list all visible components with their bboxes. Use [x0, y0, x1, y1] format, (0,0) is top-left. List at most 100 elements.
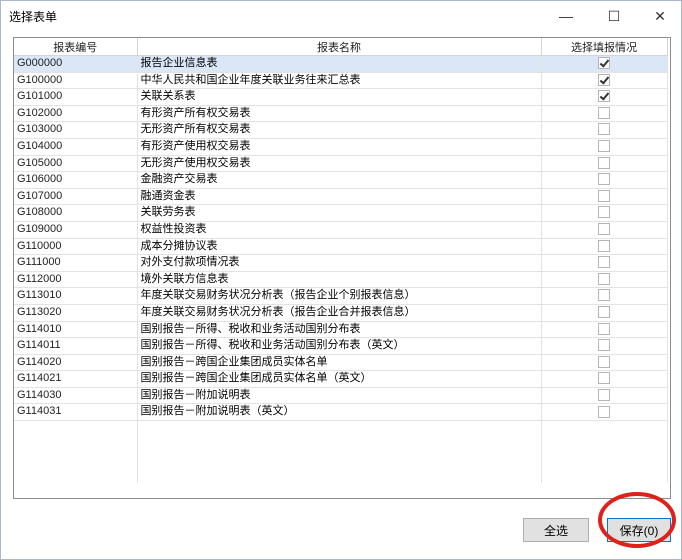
fill-status-checkbox[interactable]: [598, 206, 610, 219]
empty-row: [14, 436, 668, 453]
empty-cell: [14, 467, 138, 484]
report-name-cell: 关联关系表: [137, 88, 542, 106]
fill-status-checkbox[interactable]: [598, 306, 610, 318]
fill-status-checkbox[interactable]: [598, 140, 610, 153]
table-row[interactable]: G108000 关联劳务表: [14, 204, 668, 222]
table-row[interactable]: G111000 对外支付款项情况表: [14, 254, 668, 272]
report-name-cell: 关联劳务表: [137, 204, 542, 222]
fill-status-checkbox[interactable]: [598, 355, 610, 368]
report-name-cell: 中华人民共和国企业年度关联业务往来汇总表: [137, 72, 542, 90]
report-name-cell: 年度关联交易财务状况分析表（报告企业个别报表信息）: [137, 287, 542, 305]
select-form-dialog: 选择表单 — ☐ ✕ 报表编号 报表名称 选择填报情况 G000000 报告企业信…: [0, 0, 682, 560]
empty-cell: [137, 467, 542, 484]
fill-status-checkbox[interactable]: [598, 156, 610, 169]
highlight-circle: [598, 492, 676, 548]
fill-status-checkbox[interactable]: [598, 339, 610, 352]
table-row[interactable]: G102000 有形资产所有权交易表: [14, 105, 668, 123]
column-header-name[interactable]: 报表名称: [137, 38, 542, 56]
table-row[interactable]: G113010 年度关联交易财务状况分析表（报告企业个别报表信息）: [14, 287, 668, 305]
empty-cell: [541, 436, 668, 453]
table-row[interactable]: G112000 境外关联方信息表: [14, 271, 668, 289]
report-name-cell: 国别报告－所得、税收和业务活动国别分布表: [137, 321, 542, 339]
fill-status-checkbox[interactable]: [598, 173, 610, 186]
report-code-cell: G114011: [14, 337, 138, 355]
table-row[interactable]: G114011 国别报告－所得、税收和业务活动国别分布表（英文）: [14, 337, 668, 355]
report-code-cell: G100000: [14, 72, 138, 90]
empty-cell: [14, 452, 138, 468]
report-code-cell: G104000: [14, 138, 138, 156]
report-code-cell: G112000: [14, 271, 138, 289]
table-row[interactable]: G113020 年度关联交易财务状况分析表（报告企业合并报表信息）: [14, 304, 668, 322]
empty-cell: [541, 452, 668, 468]
status-cell: [541, 221, 668, 239]
report-name-cell: 金融资产交易表: [137, 171, 542, 189]
fill-status-checkbox[interactable]: [598, 239, 610, 252]
table-row[interactable]: G110000 成本分摊协议表: [14, 238, 668, 256]
fill-status-checkbox[interactable]: [598, 256, 610, 269]
fill-status-checkbox[interactable]: [598, 223, 610, 236]
fill-status-checkbox[interactable]: [598, 322, 610, 335]
maximize-button[interactable]: ☐: [591, 1, 637, 31]
status-cell: [541, 138, 668, 156]
table-row[interactable]: G100000 中华人民共和国企业年度关联业务往来汇总表: [14, 72, 668, 90]
fill-status-checkbox[interactable]: [598, 106, 610, 119]
minimize-button[interactable]: —: [543, 1, 589, 31]
table-row[interactable]: G106000 金融资产交易表: [14, 171, 668, 189]
fill-status-checkbox[interactable]: [598, 57, 610, 70]
column-header-status[interactable]: 选择填报情况: [541, 38, 668, 56]
status-cell: [541, 105, 668, 123]
fill-status-checkbox[interactable]: [598, 405, 610, 418]
report-code-cell: G101000: [14, 88, 138, 106]
report-code-cell: G102000: [14, 105, 138, 123]
report-code-cell: G110000: [14, 238, 138, 256]
fill-status-checkbox[interactable]: [598, 90, 610, 103]
status-cell: [541, 370, 668, 388]
table-row[interactable]: G114010 国别报告－所得、税收和业务活动国别分布表: [14, 321, 668, 339]
fill-status-checkbox[interactable]: [598, 272, 610, 285]
report-name-cell: 年度关联交易财务状况分析表（报告企业合并报表信息）: [137, 304, 542, 322]
empty-cell: [14, 436, 138, 453]
report-code-cell: G109000: [14, 221, 138, 239]
table-row[interactable]: G114021 国别报告－跨国企业集团成员实体名单（英文）: [14, 370, 668, 388]
table-row[interactable]: G104000 有形资产使用权交易表: [14, 138, 668, 156]
status-cell: [541, 271, 668, 289]
report-code-cell: G113010: [14, 287, 138, 305]
status-cell: [541, 254, 668, 272]
table-row[interactable]: G103000 无形资产所有权交易表: [14, 121, 668, 139]
empty-row: [14, 467, 668, 484]
fill-status-checkbox[interactable]: [598, 189, 610, 202]
title-bar: 选择表单 — ☐ ✕: [1, 1, 681, 31]
empty-cell: [14, 420, 138, 437]
report-name-cell: 境外关联方信息表: [137, 271, 542, 289]
status-cell: [541, 121, 668, 139]
report-table: 报表编号 报表名称 选择填报情况 G000000 报告企业信息表 G100000 中华…: [14, 38, 668, 484]
table-row[interactable]: G114031 国别报告－附加说明表（英文）: [14, 403, 668, 422]
empty-row: [14, 452, 668, 468]
table-row[interactable]: G107000 融通资金表: [14, 188, 668, 206]
status-cell: [541, 88, 668, 106]
fill-status-checkbox[interactable]: [598, 388, 610, 401]
table-row[interactable]: G114030 国别报告－附加说明表: [14, 387, 668, 405]
report-code-cell: G114021: [14, 370, 138, 388]
empty-cell: [541, 467, 668, 484]
column-header-code[interactable]: 报表编号: [14, 38, 138, 56]
table-row[interactable]: G101000 关联关系表: [14, 88, 668, 106]
select-all-button[interactable]: 全选: [523, 518, 589, 542]
report-code-cell: G105000: [14, 155, 138, 173]
table-row[interactable]: G109000 权益性投资表: [14, 221, 668, 239]
fill-status-checkbox[interactable]: [598, 289, 610, 302]
report-code-cell: G114020: [14, 354, 138, 372]
report-name-cell: 有形资产使用权交易表: [137, 138, 542, 156]
status-cell: [541, 204, 668, 222]
status-cell: [541, 304, 668, 322]
report-name-cell: 国别报告－跨国企业集团成员实体名单: [137, 354, 542, 372]
close-button[interactable]: ✕: [637, 1, 682, 31]
report-grid[interactable]: 报表编号 报表名称 选择填报情况 G000000 报告企业信息表 G100000 中华…: [13, 37, 671, 499]
table-row[interactable]: G000000 报告企业信息表: [14, 55, 668, 73]
fill-status-checkbox[interactable]: [598, 73, 610, 86]
report-code-cell: G108000: [14, 204, 138, 222]
table-row[interactable]: G114020 国别报告－跨国企业集团成员实体名单: [14, 354, 668, 372]
fill-status-checkbox[interactable]: [598, 123, 610, 136]
fill-status-checkbox[interactable]: [598, 372, 610, 385]
table-row[interactable]: G105000 无形资产使用权交易表: [14, 155, 668, 173]
